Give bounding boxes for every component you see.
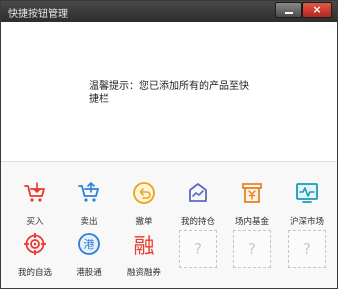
shortcut-sh-sz-market[interactable]: 沪深市场 [280,181,334,231]
question-icon: ? [248,240,256,258]
close-icon: × [312,3,322,16]
shortcut-grid: 买入 卖出 撤单 我的持仓 场内基金 沪深市场 我的自选 港 港股通 融 融资融… [1,162,337,288]
window-title: 快捷按钮管理 [8,9,68,20]
shortcut-buy[interactable]: 买入 [8,181,62,231]
hk-circle-icon: 港 [78,233,100,255]
minimize-button[interactable] [275,2,302,18]
shortcut-sell[interactable]: 卖出 [62,181,116,231]
rong-icon: 融 [134,234,155,256]
rong-glyph: 融 [134,234,155,256]
cart-up-icon [78,182,99,202]
message-area: 温馨提示：您已添加所有的产品至快捷栏 [1,22,337,161]
undo-circle-icon [133,182,155,204]
monitor-wave-icon [296,183,318,203]
cart-down-icon [24,182,45,202]
empty-slot[interactable]: ? [288,230,326,268]
target-icon [24,233,46,255]
shortcut-label: 沪深市场 [289,217,324,227]
close-button[interactable]: × [302,2,332,18]
shortcut-exchange-fund[interactable]: 场内基金 [225,181,279,231]
minimize-icon [284,12,293,14]
empty-slot[interactable]: ? [233,230,271,268]
title-bar[interactable]: 快捷按钮管理 × [1,1,337,22]
tip-message: 温馨提示：您已添加所有的产品至快捷栏 [89,81,249,105]
shortcut-cancel-order[interactable]: 撤单 [117,181,171,231]
question-icon: ? [194,240,202,258]
shortcut-margin-trading[interactable]: 融 融资融券 [117,232,171,282]
chart-house-icon [189,183,207,202]
shortcut-my-positions[interactable]: 我的持仓 [171,181,225,231]
hk-glyph: 港 [84,238,95,251]
empty-slot[interactable]: ? [179,230,217,268]
shortcut-hk-connect[interactable]: 港 港股通 [62,232,116,282]
shortcut-my-watchlist[interactable]: 我的自选 [8,232,62,282]
quick-button-manager-window: 快捷按钮管理 × 温馨提示：您已添加所有的产品至快捷栏 买入 卖出 撤单 我的持… [0,0,338,289]
question-icon: ? [303,240,311,258]
shortcut-label: 融资融券 [126,268,161,278]
fund-box-icon [242,183,262,203]
